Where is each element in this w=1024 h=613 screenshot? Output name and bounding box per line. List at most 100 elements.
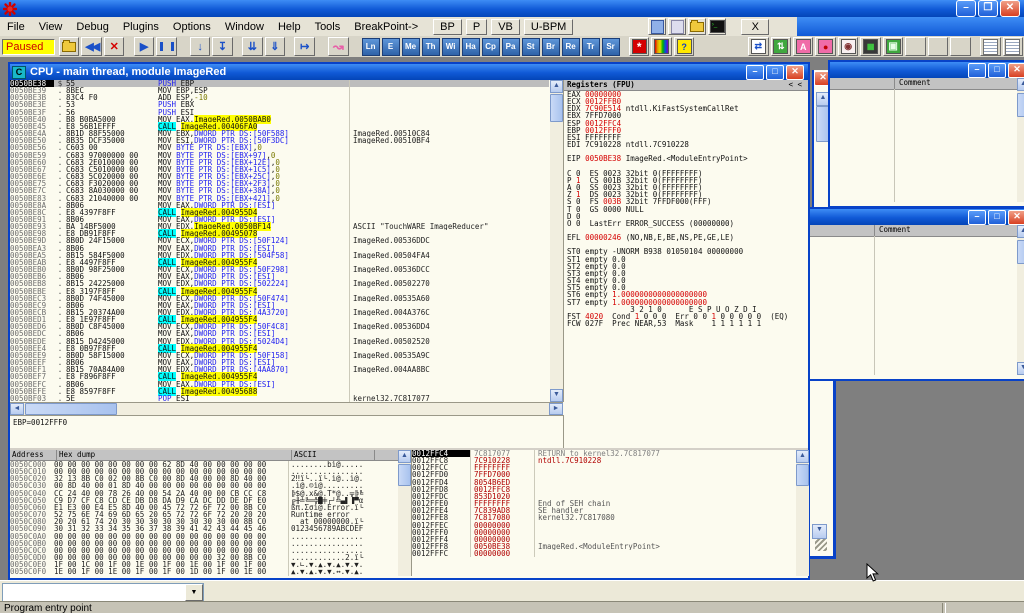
disasm-row[interactable]: 0050BE38$55PUSH EBP (10, 80, 549, 87)
notepad-icon[interactable] (648, 18, 666, 35)
stack-row[interactable]: 0012FFFC00000000 (412, 550, 796, 557)
go-to-address-button[interactable]: ↝ (328, 37, 348, 56)
menu-item-tools[interactable]: Tools (308, 19, 348, 35)
restore-button[interactable]: ❐ (978, 0, 998, 17)
animate-into-button[interactable]: ⇊ (242, 37, 262, 56)
dump-scrollbar[interactable]: ▲ (398, 450, 411, 576)
scrollbar[interactable]: ▲ ▼ (1017, 225, 1024, 375)
view-button-tr[interactable]: Tr (582, 38, 600, 56)
menu-item-debug[interactable]: Debug (69, 19, 115, 35)
plugin-button-p[interactable]: P (466, 19, 487, 35)
disasm-row[interactable]: 0050BEB0.8B0D 98F25000MOV ECX,DWORD PTR … (10, 266, 549, 273)
stack-row[interactable]: 0012FFE0FFFFFFFFEnd of SEH chain (412, 500, 796, 507)
animate-over-button[interactable]: ⇓ (265, 37, 285, 56)
run-button[interactable]: ▶ (134, 37, 154, 56)
scroll-down-button[interactable]: ▼ (812, 524, 827, 539)
log-icon[interactable] (668, 18, 686, 35)
disasm-row[interactable]: 0050BED6.8B0D C8F45000MOV ECX,DWORD PTR … (10, 323, 549, 330)
step-into-button[interactable]: ↓ (190, 37, 210, 56)
folder-icon[interactable] (688, 18, 706, 35)
disasm-row[interactable]: 0050BE9D.8B0D 24F15000MOV ECX,DWORD PTR … (10, 237, 549, 244)
view-button-wi[interactable]: Wi (442, 38, 460, 56)
console-icon[interactable]: ›_ (708, 18, 726, 35)
stack-row[interactable]: 0012FFE87C817080kernel32.7C817080 (412, 514, 796, 521)
step-over-button[interactable]: ↧ (212, 37, 232, 56)
view-button-cp[interactable]: Cp (482, 38, 500, 56)
menu-item-view[interactable]: View (32, 19, 70, 35)
stack-row[interactable]: 0012FFD80012FFC8 (412, 486, 796, 493)
stack-row[interactable]: 0012FFC87C910228ntdll.7C910228 (412, 457, 796, 464)
stack-row[interactable]: 0012FFDC853D1020 (412, 493, 796, 500)
view-button-sr[interactable]: Sr (602, 38, 620, 56)
disasm-row[interactable]: 0050BE3B.83C4 F0ADD ESP,-10 (10, 94, 549, 101)
maximize-button[interactable]: □ (988, 63, 1006, 78)
disasm-row[interactable]: 0050BEE9.8B0D 58F15000MOV ECX,DWORD PTR … (10, 352, 549, 359)
register-line[interactable]: FCW 027F Prec NEAR,53 Mask 1 1 1 1 1 1 (564, 320, 808, 327)
toolbar-blank-button[interactable]: . (950, 37, 970, 56)
toolbar-close-button[interactable]: X (741, 19, 769, 35)
cpu-titlebar[interactable]: C CPU - main thread, module ImageRed – □… (10, 64, 808, 80)
minimize-button[interactable]: – (968, 63, 986, 78)
register-line[interactable]: O 0 LastErr ERROR_SUCCESS (00000000) (564, 220, 808, 227)
close-button[interactable]: ✕ (1008, 63, 1024, 78)
close-button[interactable]: ✕ (1000, 0, 1020, 17)
stack-row[interactable]: 0012FFF80050BE38ImageRed.<ModuleEntryPoi… (412, 543, 796, 550)
disasm-row[interactable]: 0050BE3E.53PUSH EBX (10, 101, 549, 108)
restart-button[interactable]: ◀◀ (81, 37, 101, 56)
stack-row[interactable]: 0012FFC47C817077RETURN to kernel32.7C817… (412, 450, 796, 457)
close-button[interactable]: ✕ (1008, 210, 1024, 225)
stack-row[interactable]: 0012FFF000000000 (412, 529, 796, 536)
disasm-row[interactable]: 0050BE83.C683 21040000 00MOV BYTE PTR DS… (10, 195, 549, 202)
menu-item-plugins[interactable]: Plugins (116, 19, 166, 35)
pause-button[interactable] (156, 37, 176, 56)
view-button-ln[interactable]: Ln (362, 38, 380, 56)
combo-dropdown-button[interactable]: ▼ (185, 584, 203, 601)
stack-scrollbar[interactable]: ▲ (796, 450, 809, 576)
register-line[interactable]: EIP 0050BE38 ImageRed.<ModuleEntryPoint> (564, 155, 808, 162)
comment-window-bottom-titlebar[interactable]: – □ ✕ (810, 209, 1024, 225)
options-button[interactable]: * (629, 37, 649, 56)
stack-row[interactable]: 0012FFD48054B6ED (412, 479, 796, 486)
view-button-br[interactable]: Br (542, 38, 560, 56)
view-button-th[interactable]: Th (422, 38, 440, 56)
column-header-blank[interactable] (830, 78, 895, 89)
disasm-scrollbar[interactable]: ▲ ▼ (550, 80, 563, 402)
register-line[interactable]: T 0 GS 0000 NULL (564, 206, 808, 213)
stack-row[interactable]: 0012FFD07FFD7000 (412, 471, 796, 478)
stack-row[interactable]: 0012FFEC00000000 (412, 522, 796, 529)
view-button-re[interactable]: Re (562, 38, 580, 56)
stack-row[interactable]: 0012FFCCFFFFFFFF (412, 464, 796, 471)
dump-header-hex[interactable]: Hex dump (57, 450, 292, 460)
view-button-me[interactable]: Me (402, 38, 420, 56)
ascii-table-button[interactable]: A (793, 37, 813, 56)
close-program-button[interactable]: ✕ (104, 37, 124, 56)
help-button[interactable]: ? (674, 37, 694, 56)
stack-row[interactable]: 0012FFE47C839AD8SE handler (412, 507, 796, 514)
disasm-hscrollbar[interactable]: ◄ ► (10, 402, 563, 415)
maximize-button[interactable]: □ (988, 210, 1006, 225)
plugin-button-vb[interactable]: VB (491, 19, 520, 35)
appearance-button[interactable] (651, 37, 671, 56)
dump-header-address[interactable]: Address (10, 450, 57, 460)
menu-item-file[interactable]: File (0, 19, 32, 35)
menu-item-window[interactable]: Window (218, 19, 271, 35)
scrollbar[interactable]: ▲ (1017, 78, 1024, 202)
view-button-st[interactable]: St (522, 38, 540, 56)
toolbar-blank-button[interactable]: . (928, 37, 948, 56)
swap-panes-button[interactable]: ⇄ (748, 37, 768, 56)
plugin-button-bp[interactable]: BP (433, 19, 462, 35)
stack-row[interactable]: 0012FFF400000000 (412, 536, 796, 543)
toolbar-blank-button[interactable]: . (905, 37, 925, 56)
view-button-pa[interactable]: Pa (502, 38, 520, 56)
register-line[interactable]: EDI 7C910228 ntdll.7C910228 (564, 141, 808, 148)
view-button-e[interactable]: E (382, 38, 400, 56)
shortcuts-button[interactable]: ▦ (860, 37, 880, 56)
column-header-comment[interactable]: Comment (895, 78, 1017, 89)
minimize-button[interactable]: – (746, 65, 764, 80)
open-file-button[interactable] (59, 37, 79, 56)
dump-row[interactable]: 0050C1001F 00 1F 00 1F 00 1F 00 1F 00 1F… (10, 576, 398, 577)
command-input[interactable]: ▼ (2, 583, 204, 601)
menu-item-help[interactable]: Help (271, 19, 308, 35)
doc-list-2-button[interactable] (1003, 37, 1023, 56)
execute-till-return-button[interactable]: ↦ (294, 37, 314, 56)
